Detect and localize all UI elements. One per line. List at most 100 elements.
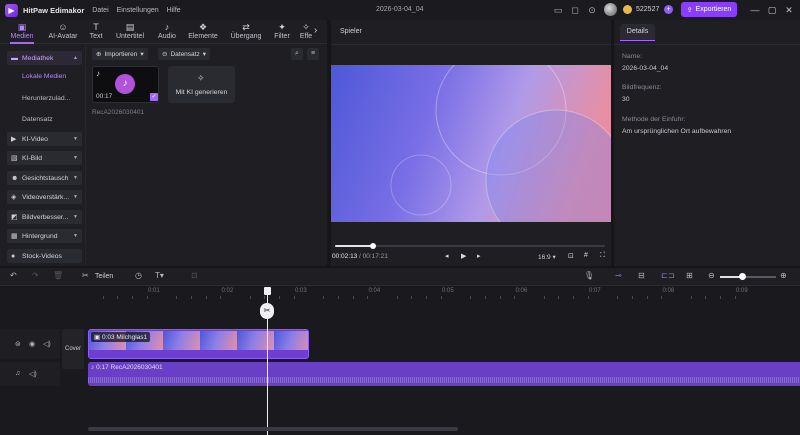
ruler-tick (587, 296, 589, 299)
sidebar-item-ai-video[interactable]: ▶ KI-Video ▼ (7, 132, 82, 146)
video-clip[interactable]: ▣ 0:03 Milchglas1 (88, 329, 309, 359)
sidebar-item-local-media[interactable]: Lokale Medien (22, 73, 66, 80)
audio-clip[interactable]: ♪ 0:17 RecA2026030401 (88, 362, 800, 386)
prev-frame-icon[interactable]: ◂ (445, 252, 449, 260)
tab-transition[interactable]: ⇄ Übergang (227, 22, 265, 40)
redo-icon[interactable]: ↷ (32, 271, 39, 280)
user-avatar[interactable] (604, 3, 617, 16)
fullscreen-icon[interactable]: ⛶ (600, 252, 605, 260)
speaker-icon[interactable]: ◁) (29, 370, 37, 378)
dataset-button[interactable]: ⊝ Datensatz ▾ (158, 48, 210, 60)
ruler-tick (293, 296, 295, 299)
sidebar-item-stock-videos[interactable]: ● Stock-Videos (7, 249, 82, 263)
video-preview[interactable] (331, 65, 611, 222)
speed-icon[interactable]: ◷ (135, 271, 142, 280)
list-view-icon[interactable]: ≡ (307, 48, 319, 60)
ai-generate-button[interactable]: ✧ Mit KI generieren (168, 66, 235, 103)
detail-import-method-label: Methode der Einfuhr: (622, 116, 686, 123)
playhead-handle[interactable] (264, 287, 271, 295)
project-title: 2026-03-04_04 (376, 6, 424, 13)
microphone-icon[interactable]: 🎙 (584, 271, 594, 280)
text-icon: T (93, 22, 99, 32)
ruler-tick (661, 296, 663, 299)
zoom-in-icon[interactable]: ⊕ (780, 271, 787, 280)
maximize-button[interactable]: ▢ (765, 3, 779, 17)
tab-text[interactable]: T Text (86, 22, 106, 40)
tab-subtitle[interactable]: ▤ Untertitel (111, 22, 149, 40)
text-tool-icon[interactable]: T▾ (155, 271, 164, 280)
fit-icon[interactable]: ⊞ (686, 271, 693, 280)
play-icon[interactable]: ▶ (461, 252, 466, 260)
speaker-icon[interactable]: ◁) (43, 340, 51, 348)
snapshot-icon[interactable]: ⊡ (568, 252, 574, 260)
cover-button[interactable]: Cover (62, 329, 84, 369)
ruler-tick (220, 296, 222, 299)
media-item[interactable]: ♪ ♪ 00:17 ✓ (92, 66, 159, 103)
sidebar-item-dataset[interactable]: Datensatz (22, 116, 53, 123)
aspect-ratio-select[interactable]: 16:9 ▾ (538, 253, 556, 261)
zoom-handle[interactable] (739, 273, 747, 280)
sidebar-item-ai-image[interactable]: ▧ KI-Bild ▼ (7, 151, 82, 165)
sidebar-item-label: Stock-Videos (22, 252, 62, 260)
music-note-icon[interactable]: ♫ (15, 370, 20, 377)
timeline-scrollbar[interactable] (88, 427, 458, 431)
eye-icon[interactable]: ◉ (29, 340, 35, 348)
feedback-icon[interactable]: ◻ (569, 4, 581, 16)
active-tab-indicator (10, 42, 34, 44)
scissors-icon[interactable]: ✂ (82, 271, 89, 280)
sidebar-item-downloads[interactable]: Herunterzulad... (22, 95, 70, 102)
ruler-tick (705, 296, 707, 299)
playback-progress[interactable] (335, 243, 605, 249)
sidebar-item-image-enhance[interactable]: ◩ Bildverbesser... ▼ (7, 210, 82, 224)
undo-icon[interactable]: ↶ (10, 271, 17, 280)
chevron-down-icon: ▼ (73, 136, 78, 142)
playhead-scissors-icon[interactable]: ✂ (260, 303, 274, 319)
tab-media[interactable]: ▣ Medien (8, 22, 36, 40)
tab-ai-avatar[interactable]: ☺ AI-Avatar (43, 22, 83, 40)
menu-help[interactable]: Hilfe (167, 7, 181, 14)
menu-file[interactable]: Datei (92, 7, 108, 14)
filter-icon: ✦ (278, 22, 286, 32)
delete-icon[interactable]: 🗑 (53, 271, 63, 280)
import-button[interactable]: ⊕ Importieren ▾ (92, 48, 148, 60)
search-icon[interactable]: ⌕ (291, 48, 303, 60)
ruler-tick (440, 296, 442, 299)
tab-details[interactable]: Details (620, 24, 655, 40)
zoom-out-icon[interactable]: ⊖ (708, 271, 715, 280)
detail-name-label: Name: (622, 53, 643, 60)
split-button[interactable]: Teilen (95, 273, 113, 280)
clip-thumbnail (163, 331, 200, 351)
tab-filter[interactable]: ✦ Filter (270, 22, 294, 40)
zoom-slider[interactable] (720, 273, 776, 280)
tab-effects[interactable]: ✧ Effe (298, 22, 314, 40)
tab-label: Übergang (230, 33, 262, 40)
snap-icon[interactable]: ⊟ (638, 271, 645, 280)
magnet-icon[interactable]: ⊏⊐ (661, 271, 674, 280)
ai-video-icon: ▶ (11, 136, 17, 143)
sidebar-item-background[interactable]: ▦ Hintergrund ▼ (7, 229, 82, 243)
export-button[interactable]: ⇪ Exportieren (681, 2, 737, 17)
sidebar-item-label: KI-Bild (22, 154, 43, 162)
grid-icon[interactable]: # (584, 252, 588, 259)
tab-elements[interactable]: ❖ Elemente (185, 22, 221, 40)
selected-checkbox[interactable]: ✓ (150, 93, 158, 101)
layout-icon[interactable]: ▭ (552, 4, 564, 16)
layer-icon[interactable]: ⊜ (15, 340, 21, 348)
app-name: HitPaw Edimakor (23, 5, 85, 15)
chevron-right-icon[interactable]: › (314, 25, 317, 36)
sidebar-item-video-enhance[interactable]: ◈ Videoverstärk... ▼ (7, 190, 82, 204)
progress-handle[interactable] (369, 243, 376, 249)
link-icon[interactable]: ⊸ (615, 271, 622, 280)
download-icon[interactable]: ⊙ (586, 4, 598, 16)
sidebar-mediathek[interactable]: ▬ Mediathek ▲ (7, 51, 82, 65)
crop-icon[interactable]: ⊡ (191, 271, 198, 280)
add-coins-button[interactable]: + (664, 5, 673, 14)
sidebar-item-face-swap[interactable]: ☻ Gesichtstausch ▼ (7, 171, 82, 185)
minimize-button[interactable]: — (748, 3, 762, 17)
next-frame-icon[interactable]: ▸ (477, 252, 481, 260)
menu-settings[interactable]: Einstellungen (117, 7, 159, 14)
tab-audio[interactable]: ♪ Audio (154, 22, 180, 40)
timeline-ruler[interactable]: 0:01 0:02 0:03 0:04 0:05 0:06 0:07 0:08 0:09 (88, 287, 800, 301)
close-button[interactable]: ✕ (782, 3, 796, 17)
export-label: Exportieren (695, 6, 732, 13)
